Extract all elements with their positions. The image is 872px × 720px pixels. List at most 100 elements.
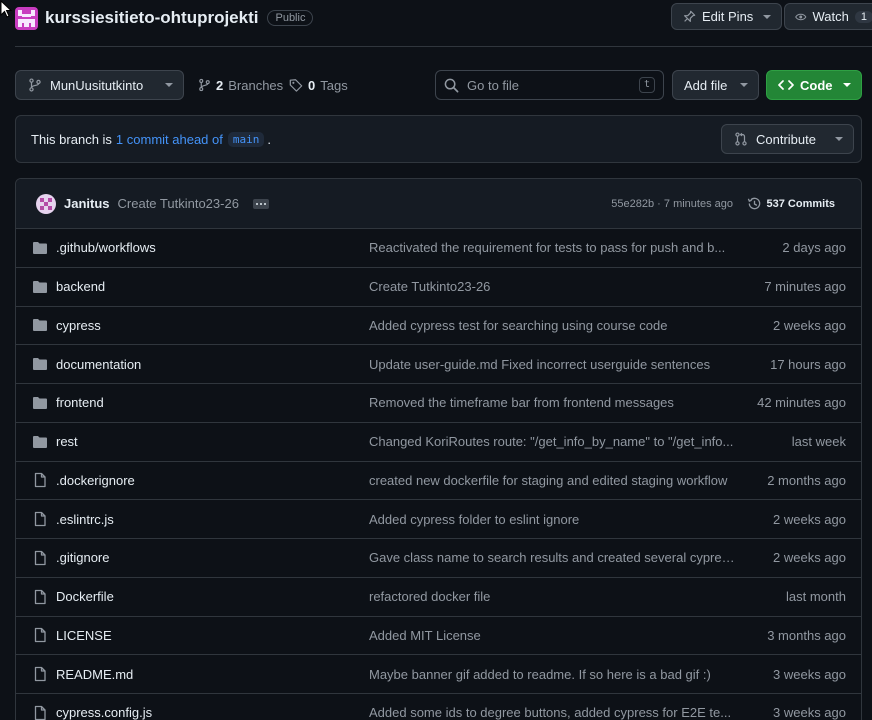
- table-row[interactable]: cypress.config.js Added some ids to degre…: [16, 694, 861, 720]
- search-placeholder: Go to file: [467, 77, 520, 93]
- branches-link[interactable]: 2 Branches: [198, 71, 283, 99]
- expand-commit-button[interactable]: [252, 198, 269, 209]
- file-name-link[interactable]: Dockerfile: [56, 589, 114, 604]
- avatar[interactable]: [36, 193, 56, 214]
- contribute-button[interactable]: Contribute: [721, 124, 854, 154]
- file-commit-date: 3 months ago: [767, 627, 846, 643]
- file-name-link[interactable]: LICENSE: [56, 628, 112, 643]
- file-name-link[interactable]: .dockerignore: [56, 473, 135, 488]
- git-pull-request-icon: [735, 132, 747, 146]
- search-shortcut-key: t: [638, 77, 655, 93]
- contribute-label: Contribute: [756, 131, 816, 147]
- file-commit-date: 3 weeks ago: [773, 705, 846, 720]
- file-commit-message-link[interactable]: Added cypress folder to eslint ignore: [369, 512, 735, 527]
- file-name-link[interactable]: .gitignore: [56, 550, 109, 565]
- file-commit-message-link[interactable]: Removed the timeframe bar from frontend …: [369, 395, 735, 410]
- code-button[interactable]: Code: [766, 70, 862, 100]
- file-icon: [34, 550, 46, 566]
- chevron-down-icon: [763, 14, 772, 19]
- branch-selector[interactable]: MunUusitutkinto: [15, 70, 184, 100]
- table-row[interactable]: .dockerignore created new dockerfile for …: [16, 462, 861, 501]
- eye-icon: [795, 13, 807, 20]
- table-row[interactable]: .gitignore Gave class name to search resu…: [16, 539, 861, 578]
- watch-button[interactable]: Watch 1: [784, 3, 872, 30]
- table-row[interactable]: README.md Maybe banner gif added to readm…: [16, 655, 861, 694]
- branch-status-banner: This branch is 1 commit ahead of main . …: [15, 115, 862, 163]
- file-name-link[interactable]: frontend: [56, 395, 104, 410]
- folder-icon: [33, 358, 47, 371]
- pin-icon: [684, 10, 696, 22]
- chevron-down-icon: [740, 83, 748, 87]
- go-to-file-search[interactable]: Go to file t: [435, 70, 664, 100]
- tags-label: Tags: [320, 77, 348, 93]
- file-commit-message-link[interactable]: refactored docker file: [369, 589, 735, 604]
- commits-ahead-link[interactable]: 1 commit ahead of: [116, 132, 223, 147]
- file-commit-message-link[interactable]: Added cypress test for searching using c…: [369, 318, 735, 333]
- file-name-link[interactable]: cypress.config.js: [56, 705, 152, 720]
- table-row[interactable]: documentation Update user-guide.md Fixed …: [16, 345, 861, 384]
- commits-history-link[interactable]: 537 Commits: [747, 196, 835, 211]
- edit-pins-label: Edit Pins: [702, 9, 754, 24]
- file-name-link[interactable]: documentation: [56, 357, 141, 372]
- file-commit-message-link[interactable]: Added MIT License: [369, 628, 735, 643]
- file-name-link[interactable]: rest: [56, 434, 78, 449]
- folder-icon: [33, 241, 47, 254]
- git-branch-icon: [29, 78, 41, 92]
- folder-icon: [33, 319, 47, 332]
- table-row[interactable]: .eslintrc.js Added cypress folder to esli…: [16, 500, 861, 539]
- folder-icon: [33, 435, 47, 448]
- repo-name[interactable]: kurssiesitieto-ohtuprojekti: [45, 8, 258, 28]
- file-commit-message-link[interactable]: created new dockerfile for staging and e…: [369, 473, 735, 488]
- file-name-link[interactable]: README.md: [56, 667, 133, 682]
- repo-avatar[interactable]: [15, 6, 38, 30]
- file-icon: [34, 589, 46, 604]
- file-icon: [34, 666, 46, 682]
- file-commit-message-link[interactable]: Update user-guide.md Fixed incorrect use…: [369, 357, 735, 372]
- file-commit-message-link[interactable]: Changed KoriRoutes route: "/get_info_by_…: [369, 434, 735, 449]
- commit-hash-time[interactable]: 55e282b · 7 minutes ago: [611, 198, 733, 210]
- commits-count: 537 Commits: [766, 197, 835, 210]
- tag-icon: [289, 79, 303, 92]
- add-file-button[interactable]: Add file: [672, 70, 759, 100]
- commit-author[interactable]: Janitus: [64, 196, 110, 211]
- file-list: Janitus Create Tutkinto23-26 55e282b · 7…: [15, 178, 862, 720]
- tags-count: 0: [308, 77, 316, 93]
- latest-commit-bar: Janitus Create Tutkinto23-26 55e282b · 7…: [16, 179, 861, 229]
- table-row[interactable]: LICENSE Added MIT License 3 months ago: [16, 617, 861, 656]
- table-row[interactable]: Dockerfile refactored docker file last mon…: [16, 578, 861, 617]
- file-rows: .github/workflows Reactivated the require…: [16, 229, 861, 720]
- file-commit-date: last week: [791, 434, 846, 450]
- branches-count: 2: [216, 77, 224, 93]
- base-branch-label[interactable]: main: [227, 131, 265, 147]
- file-name-link[interactable]: backend: [56, 279, 105, 294]
- file-name-link[interactable]: .eslintrc.js: [56, 512, 114, 527]
- file-icon: [34, 511, 46, 527]
- watch-count: 1: [854, 10, 872, 23]
- file-commit-date: 2 weeks ago: [773, 550, 846, 566]
- file-commit-message-link[interactable]: Gave class name to search results and cr…: [369, 550, 735, 565]
- search-icon: [444, 78, 459, 92]
- file-name-link[interactable]: cypress: [56, 318, 101, 333]
- file-name-link[interactable]: .github/workflows: [56, 240, 156, 255]
- banner-prefix: This branch is: [31, 131, 112, 147]
- table-row[interactable]: frontend Removed the timeframe bar from f…: [16, 384, 861, 423]
- file-commit-message-link[interactable]: Added some ids to degree buttons, added …: [369, 705, 735, 720]
- edit-pins-button[interactable]: Edit Pins: [671, 3, 783, 30]
- visibility-badge: Public: [267, 10, 314, 26]
- file-commit-message-link[interactable]: Create Tutkinto23-26: [369, 279, 735, 294]
- commit-message[interactable]: Create Tutkinto23-26: [118, 196, 239, 211]
- header-divider: [15, 46, 872, 47]
- file-commit-date: 42 minutes ago: [757, 395, 846, 411]
- file-commit-message-link[interactable]: Maybe banner gif added to readme. If so …: [369, 667, 735, 682]
- file-commit-message-link[interactable]: Reactivated the requirement for tests to…: [369, 240, 735, 255]
- code-label: Code: [800, 77, 833, 93]
- table-row[interactable]: rest Changed KoriRoutes route: "/get_info…: [16, 423, 861, 462]
- add-file-label: Add file: [684, 77, 728, 93]
- table-row[interactable]: backend Create Tutkinto23-26 7 minutes ago: [16, 268, 861, 307]
- tags-link[interactable]: 0 Tags: [289, 71, 348, 99]
- file-commit-date: 2 months ago: [767, 472, 846, 488]
- table-row[interactable]: .github/workflows Reactivated the require…: [16, 229, 861, 268]
- table-row[interactable]: cypress Added cypress test for searching …: [16, 307, 861, 346]
- folder-icon: [33, 396, 47, 409]
- folder-icon: [33, 280, 47, 293]
